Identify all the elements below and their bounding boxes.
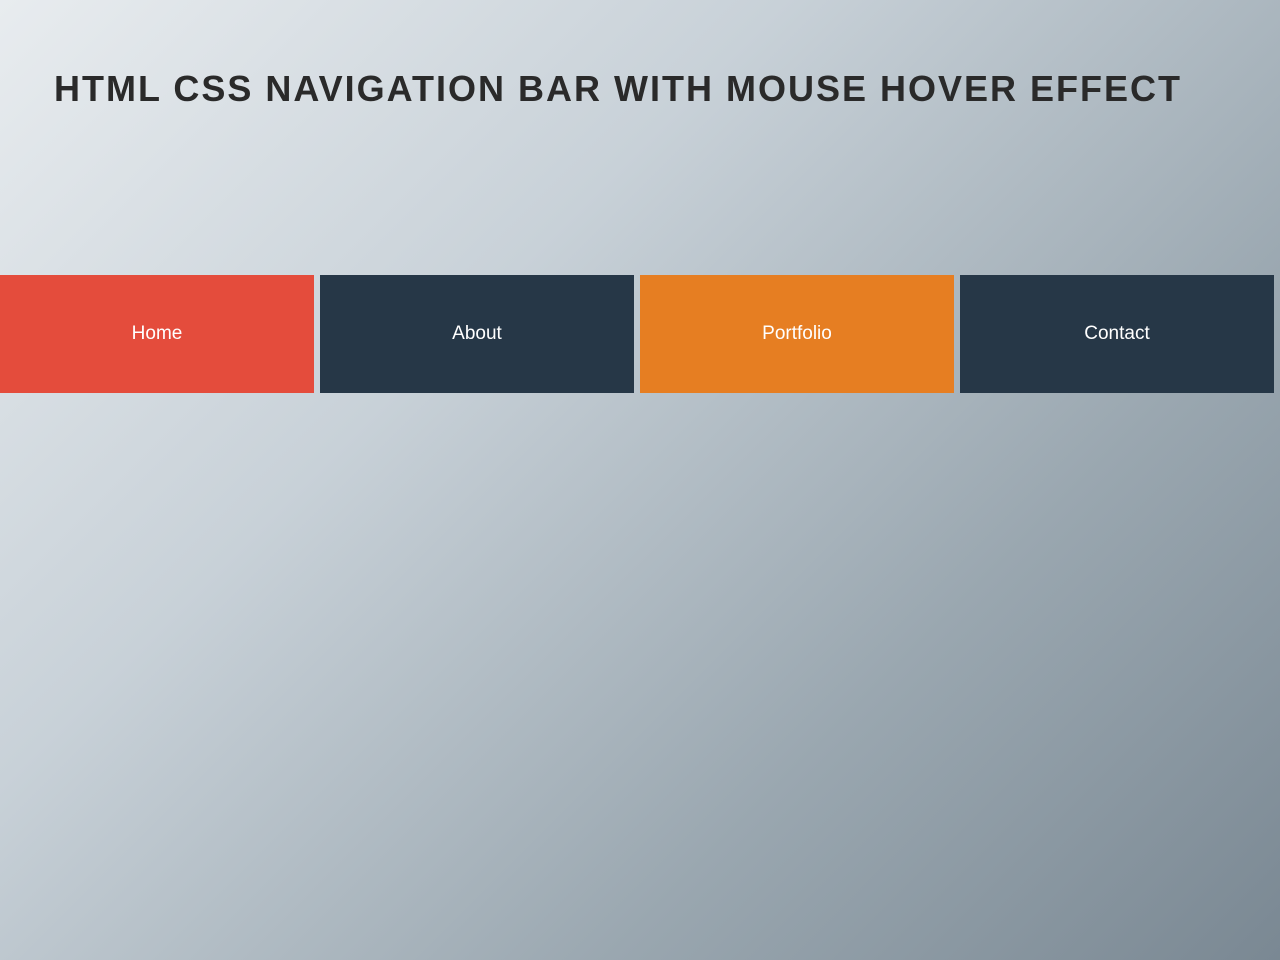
- nav-item-contact[interactable]: Contact: [960, 275, 1274, 393]
- nav-item-about[interactable]: About: [320, 275, 634, 393]
- nav-item-home[interactable]: Home: [0, 275, 314, 393]
- nav-item-portfolio[interactable]: Portfolio: [640, 275, 954, 393]
- navigation-bar: Home About Portfolio Contact: [0, 275, 1280, 393]
- page-title: HTML CSS NAVIGATION BAR WITH MOUSE HOVER…: [0, 0, 1280, 110]
